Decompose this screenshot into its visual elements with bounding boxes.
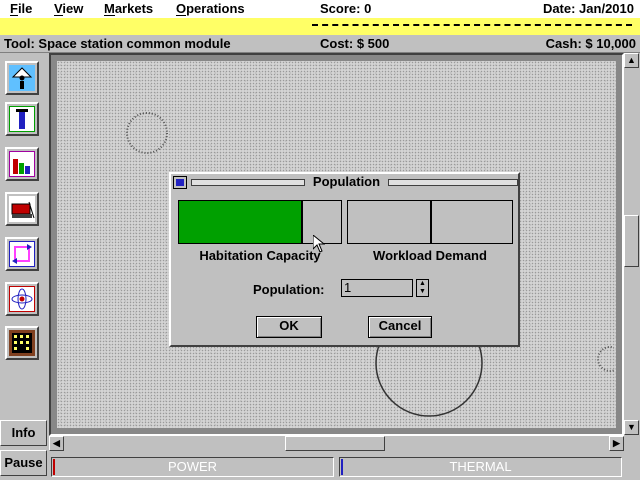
info-button[interactable]: Info: [0, 420, 47, 446]
population-label: Population:: [253, 282, 325, 297]
scroll-left-icon[interactable]: ◀: [49, 436, 64, 451]
menu-markets[interactable]: Markets: [104, 1, 153, 16]
dialog-title: Population: [312, 174, 381, 189]
market-tool-button[interactable]: [5, 147, 39, 181]
population-spinner[interactable]: ▲ ▼: [416, 279, 429, 297]
news-ticker: [0, 18, 640, 36]
building-tool-icon: [9, 330, 35, 356]
habitat-tool-button[interactable]: [5, 61, 39, 95]
spinner-up-icon[interactable]: ▲: [417, 280, 428, 288]
dialog-title-bar[interactable]: Population: [171, 174, 518, 191]
current-tool-label: Tool: Space station common module: [4, 36, 231, 51]
scroll-right-icon[interactable]: ▶: [609, 436, 624, 451]
workload-demand-bar: [347, 200, 513, 244]
workload-demand-fill: [348, 201, 432, 243]
workload-demand-label: Workload Demand: [373, 248, 487, 263]
power-meter: POWER: [51, 457, 334, 477]
cargo-tool-icon: [9, 196, 35, 222]
population-input[interactable]: 1: [341, 279, 413, 297]
habitation-capacity-fill: [179, 201, 303, 243]
menu-bar: File View Markets Operations Score: 0 Da…: [0, 0, 640, 18]
vertical-scroll-thumb[interactable]: [624, 215, 639, 267]
market-tool-icon: [9, 151, 35, 177]
date-readout: Date: Jan/2010: [542, 1, 634, 16]
building-tool-button[interactable]: [5, 326, 39, 360]
vertical-scrollbar[interactable]: ▲ ▼: [624, 53, 640, 436]
pause-button[interactable]: Pause: [0, 450, 47, 476]
power-label: POWER: [167, 459, 218, 474]
column-tool-icon: [9, 106, 35, 132]
horizontal-scroll-thumb[interactable]: [285, 436, 385, 451]
cash-label: Cash: $ 10,000: [545, 36, 636, 51]
column-tool-button[interactable]: [5, 102, 39, 136]
thermal-meter: THERMAL: [339, 457, 622, 477]
mouse-cursor-icon: [313, 235, 325, 253]
recycle-tool-icon: [9, 241, 35, 267]
scroll-up-icon[interactable]: ▲: [624, 53, 639, 68]
menu-file[interactable]: File: [10, 1, 32, 16]
recycle-tool-button[interactable]: [5, 237, 39, 271]
horizontal-scrollbar[interactable]: ◀ ▶: [49, 436, 624, 452]
status-bar: Tool: Space station common module Cost: …: [0, 35, 640, 53]
spinner-down-icon[interactable]: ▼: [417, 288, 428, 296]
tool-palette: Info Pause: [0, 53, 47, 480]
menu-view[interactable]: View: [54, 1, 83, 16]
cargo-tool-button[interactable]: [5, 192, 39, 226]
ok-button[interactable]: OK: [256, 316, 322, 338]
power-level-indicator: [53, 459, 55, 475]
habitat-tool-icon: [9, 65, 35, 91]
score-readout: Score: 0: [320, 1, 372, 16]
cost-label: Cost: $ 500: [320, 36, 390, 51]
atom-tool-button[interactable]: [5, 282, 39, 316]
thermal-level-indicator: [341, 459, 343, 475]
atom-tool-icon: [9, 286, 35, 312]
scroll-down-icon[interactable]: ▼: [624, 420, 639, 435]
population-dialog: Population Habitation Capacity Workload …: [169, 172, 520, 347]
menu-operations[interactable]: Operations: [176, 1, 245, 16]
system-menu-icon[interactable]: [173, 176, 187, 189]
thermal-label: THERMAL: [449, 459, 512, 474]
cancel-button[interactable]: Cancel: [368, 316, 432, 338]
